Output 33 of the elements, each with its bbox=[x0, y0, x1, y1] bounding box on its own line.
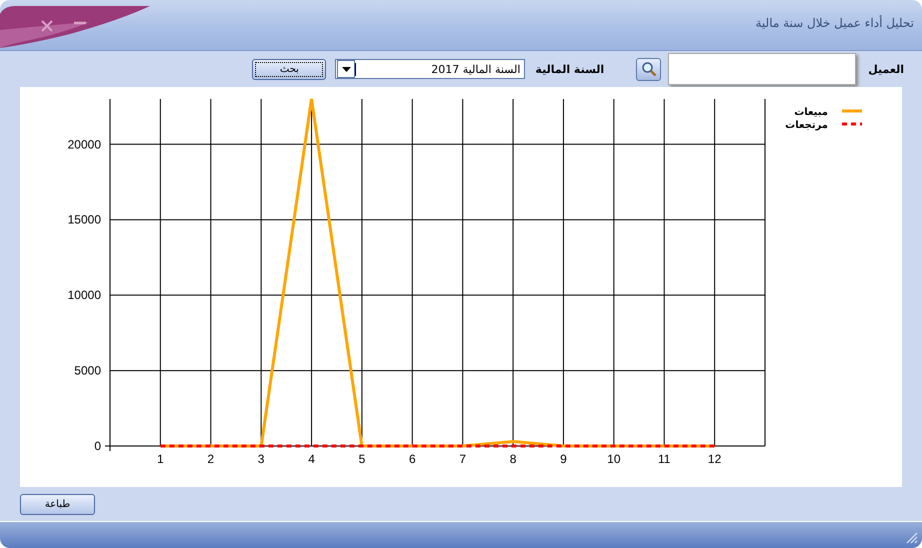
x-tick-label: 5 bbox=[358, 452, 366, 466]
x-tick-label: 3 bbox=[258, 452, 264, 466]
x-tick-label: 1 bbox=[157, 452, 164, 466]
caret-icon bbox=[342, 66, 351, 72]
year-dropdown[interactable]: السنة المالية 2017 bbox=[335, 59, 526, 79]
y-tick-label: 20000 bbox=[68, 137, 101, 152]
search-text-button[interactable]: بحث bbox=[252, 58, 326, 80]
x-tick-label: 7 bbox=[459, 452, 466, 466]
x-tick-label: 4 bbox=[308, 452, 315, 466]
legend-swatch bbox=[842, 122, 862, 126]
resize-grip-icon[interactable] bbox=[904, 530, 918, 544]
y-tick-label: 5000 bbox=[74, 364, 101, 378]
x-tick-label: 6 bbox=[408, 452, 416, 466]
y-tick-label: 10000 bbox=[68, 288, 101, 302]
legend-label: مبيعات bbox=[794, 107, 828, 118]
print-button[interactable]: طباعة bbox=[20, 494, 95, 514]
y-tick-label: 0 bbox=[94, 439, 101, 453]
legend-label: مرتجعات bbox=[785, 120, 828, 131]
search-icon bbox=[640, 61, 657, 77]
legend-swatch bbox=[842, 110, 862, 112]
x-tick-label: 9 bbox=[560, 452, 567, 466]
close-icon[interactable] bbox=[40, 20, 54, 32]
customer-field[interactable] bbox=[668, 53, 856, 85]
x-tick-label: 2 bbox=[207, 452, 214, 466]
x-tick-label: 12 bbox=[708, 452, 722, 466]
year-label: السنة المالية bbox=[535, 62, 604, 76]
x-tick-label: 10 bbox=[607, 452, 621, 466]
search-button[interactable] bbox=[636, 58, 662, 80]
y-tick-label: 15000 bbox=[68, 212, 101, 227]
window-title: تحليل أداء عميل خلال سنة مالية bbox=[755, 16, 914, 30]
x-tick-label: 8 bbox=[510, 452, 516, 466]
customer-label: العميل bbox=[868, 62, 904, 76]
x-tick-label: 11 bbox=[658, 452, 670, 466]
